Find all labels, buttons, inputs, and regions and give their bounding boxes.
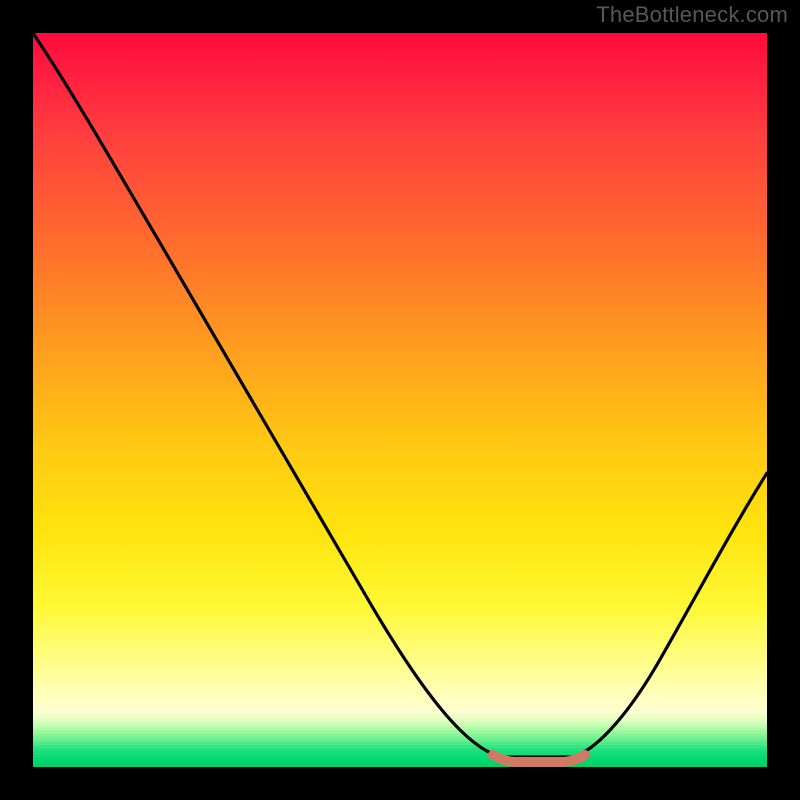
bottleneck-curve xyxy=(33,33,767,757)
curve-layer xyxy=(33,33,767,767)
watermark-text: TheBottleneck.com xyxy=(596,2,788,28)
plot-area xyxy=(33,33,767,767)
chart-frame: TheBottleneck.com xyxy=(0,0,800,800)
